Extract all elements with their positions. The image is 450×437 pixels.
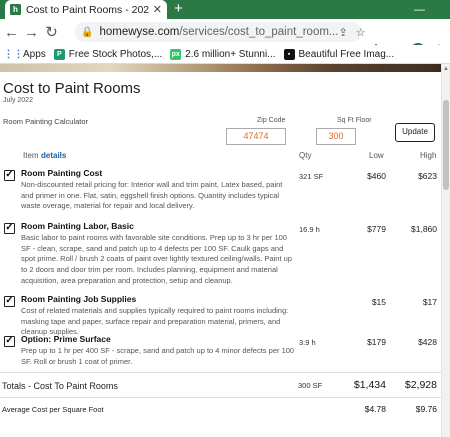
row-title: Room Painting Cost	[21, 168, 103, 178]
totals-high: $2,928	[404, 379, 437, 391]
header-high: High	[420, 151, 437, 160]
row-description: Basic labor to paint rooms with favorabl…	[21, 233, 292, 285]
row-title: Room Painting Job Supplies	[21, 294, 137, 304]
totals-label: Totals - Cost To Paint Rooms	[2, 381, 118, 391]
browser-tab-bar: h Cost to Paint Rooms - 2022 Cost ✕ + —	[0, 0, 450, 19]
table-row: ✓ Option: Prime Surface Prep up to 1 hr …	[0, 334, 441, 368]
details-link[interactable]: details	[41, 151, 66, 160]
new-tab-icon[interactable]: +	[174, 1, 183, 17]
row-title: Option: Prime Surface	[21, 334, 111, 344]
back-icon[interactable]: ←	[3, 22, 20, 42]
row-high: $428	[418, 337, 437, 347]
tab-close-icon[interactable]: ✕	[153, 3, 162, 16]
page-title: Cost to Paint Rooms	[3, 80, 141, 97]
row-title: Room Painting Labor, Basic	[21, 221, 134, 231]
scrollbar-thumb[interactable]	[443, 100, 449, 190]
browser-toolbar: ← → ↻ 🔒 homewyse.com/services/cost_to_pa…	[0, 19, 450, 59]
share-icon[interactable]: ⇪	[339, 26, 348, 39]
average-label: Average Cost per Square Foot	[2, 405, 104, 414]
row-description: Non-discounted retail pricing for: Inter…	[21, 180, 283, 211]
table-row: ✓ Room Painting Cost Non-discounted reta…	[0, 168, 441, 224]
totals-divider	[0, 372, 441, 373]
url-host: homewyse.com	[99, 26, 180, 38]
address-bar[interactable]: 🔒 homewyse.com/services/cost_to_paint_ro…	[75, 22, 366, 42]
average-divider	[0, 397, 441, 398]
header-item: Item	[23, 151, 39, 160]
tab-title: Cost to Paint Rooms - 2022 Cost	[26, 3, 149, 16]
apps-grid-icon: ⋮⋮	[3, 48, 24, 60]
page-content: Cost to Paint Rooms July 2022 Room Paint…	[0, 64, 441, 437]
reload-icon[interactable]: ↻	[43, 22, 60, 42]
zip-code-label: Zip Code	[257, 117, 286, 124]
homewyse-favicon-icon: h	[10, 4, 21, 15]
row-checkbox[interactable]: ✓	[4, 223, 15, 234]
table-row: ✓ Room Painting Labor, Basic Basic labor…	[0, 221, 441, 291]
bookmark-star-icon[interactable]: ☆	[356, 26, 366, 39]
forward-icon[interactable]: →	[23, 22, 40, 42]
row-low: $460	[367, 171, 386, 181]
page-scrollbar[interactable]: ▲	[441, 64, 450, 437]
row-high: $17	[422, 297, 437, 307]
sq-ft-label: Sq Ft Floor	[337, 117, 372, 124]
row-qty: 3.9 h	[299, 338, 316, 347]
totals-qty: 300 SF	[298, 381, 323, 390]
row-checkbox[interactable]: ✓	[4, 336, 15, 347]
row-high: $1,860	[411, 224, 437, 234]
table-row: ✓ Room Painting Job Supplies Cost of rel…	[0, 294, 441, 336]
url-path: /services/cost_to_paint_room...	[179, 26, 339, 38]
header-qty: Qty	[299, 151, 312, 160]
average-high: $9.76	[415, 404, 437, 414]
bookmark-pexels[interactable]: P Free Stock Photos,...	[53, 48, 163, 60]
row-high: $623	[418, 171, 437, 181]
page-date: July 2022	[3, 97, 33, 104]
update-button[interactable]: Update	[395, 123, 435, 142]
row-qty: 321 SF	[299, 172, 324, 181]
bookmark-label: 2.6 million+ Stunni...	[185, 48, 276, 60]
bookmarks-bar: ⋮⋮ Apps P Free Stock Photos,... px 2.6 m…	[0, 45, 450, 64]
lock-icon[interactable]: 🔒	[81, 27, 93, 38]
row-low: $179	[367, 337, 386, 347]
row-description: Prep up to 1 hr per 400 SF - scrape, san…	[21, 346, 295, 366]
scroll-up-arrow-icon[interactable]: ▲	[443, 66, 449, 72]
browser-tab[interactable]: h Cost to Paint Rooms - 2022 Cost ✕	[5, 0, 167, 19]
row-low: $15	[371, 297, 386, 307]
bookmark-apps[interactable]: ⋮⋮ Apps	[3, 48, 46, 60]
pixabay-icon: px	[170, 48, 182, 60]
unsplash-icon: ▪	[283, 48, 295, 60]
bookmark-label: Free Stock Photos,...	[68, 48, 163, 60]
bookmark-unsplash[interactable]: ▪ Beautiful Free Imag...	[283, 48, 395, 60]
header-photo-strip	[0, 64, 441, 72]
pexels-icon: P	[53, 48, 65, 60]
totals-low: $1,434	[353, 379, 386, 391]
row-low: $779	[367, 224, 386, 234]
bookmark-pixabay[interactable]: px 2.6 million+ Stunni...	[170, 48, 276, 60]
bookmark-label: Beautiful Free Imag...	[298, 48, 395, 60]
row-qty: 16.9 h	[299, 225, 320, 234]
average-low: $4.78	[364, 404, 386, 414]
minimize-icon[interactable]: —	[414, 0, 425, 19]
zip-code-input[interactable]: 47474	[226, 128, 286, 145]
row-checkbox[interactable]: ✓	[4, 170, 15, 181]
row-checkbox[interactable]: ✓	[4, 296, 15, 307]
header-low: Low	[369, 151, 384, 160]
calculator-label: Room Painting Calculator	[3, 117, 89, 126]
bookmark-label: Apps	[23, 48, 46, 60]
sq-ft-input[interactable]: 300	[316, 128, 356, 145]
